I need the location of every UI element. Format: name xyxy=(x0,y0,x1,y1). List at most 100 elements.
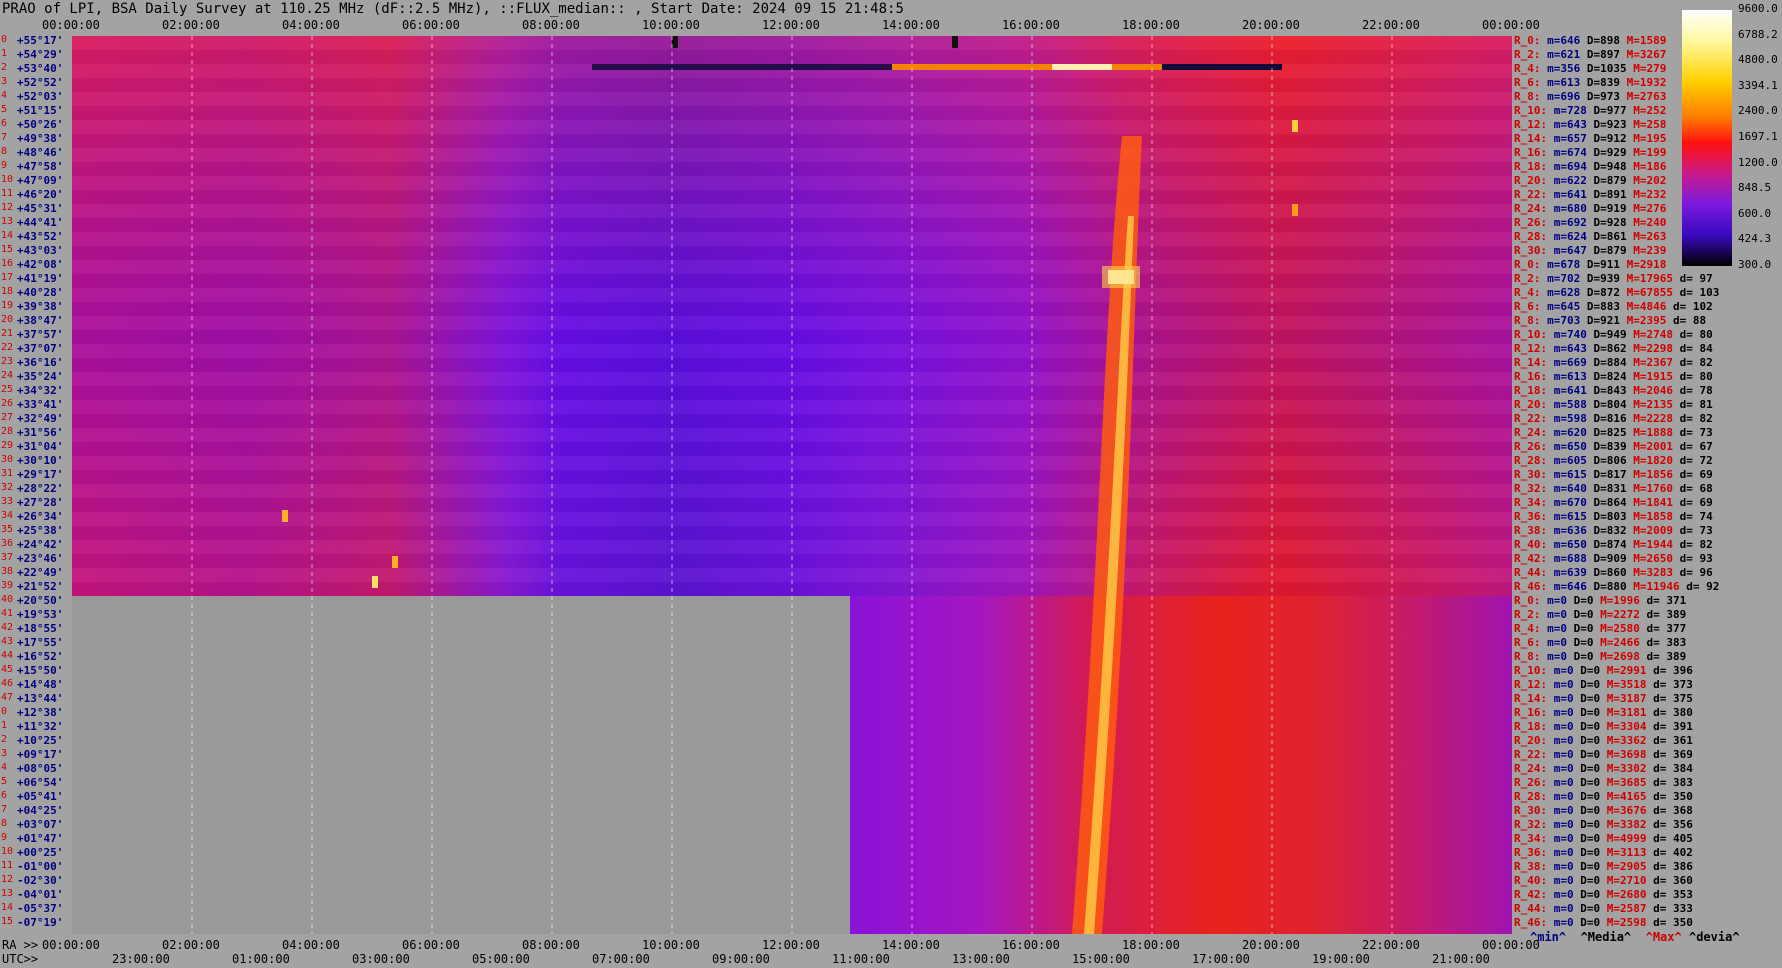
stat-row: R_2: m=0 D=0 M=2272 d= 389 xyxy=(1514,608,1687,621)
dec-row-number: 12 xyxy=(1,202,14,213)
stat-row: R_4: m=0 D=0 M=2580 d= 377 xyxy=(1514,622,1687,635)
stat-row: R_8: m=0 D=0 M=2698 d= 389 xyxy=(1514,650,1687,663)
ra-axis-prefix: RA >> xyxy=(2,938,39,952)
interference-streak xyxy=(1162,64,1282,70)
dec-row-number: 30 xyxy=(1,454,14,465)
dec-row-number: 17 xyxy=(1,272,14,283)
chart-title: PRAO of LPI, BSA Daily Survey at 110.25 … xyxy=(2,1,904,17)
dec-row-number: 23 xyxy=(1,356,14,367)
ra-tick-top: 16:00:00 xyxy=(1002,18,1060,32)
dec-label: +06°54' xyxy=(17,776,64,789)
dec-row-number: 15 xyxy=(1,244,14,255)
stat-row: R_2: m=702 D=939 M=17965 d= 97 xyxy=(1514,272,1713,285)
colorbar-tick: 424.3 xyxy=(1738,232,1772,246)
dec-label: -01°00' xyxy=(17,860,64,873)
dec-label: +13°44' xyxy=(17,692,64,705)
dec-label: +33°41' xyxy=(17,398,64,411)
stat-row: R_26: m=650 D=839 M=2001 d= 67 xyxy=(1514,440,1713,453)
colorbar-tick: 848.5 xyxy=(1738,181,1772,195)
dec-row-number: 25 xyxy=(1,384,14,395)
dec-label: +41°19' xyxy=(17,272,64,285)
colorbar-tick: 4800.0 xyxy=(1738,53,1778,67)
ra-tick-bottom: 20:00:00 xyxy=(1242,938,1300,952)
dec-label: +14°48' xyxy=(17,678,64,691)
dec-row-number: 4 xyxy=(1,762,8,773)
utc-tick: 09:00:00 xyxy=(712,952,770,966)
dec-label: -07°19' xyxy=(17,916,64,929)
dec-label: +31°04' xyxy=(17,440,64,453)
stat-row: R_44: m=0 D=0 M=2587 d= 333 xyxy=(1514,902,1693,915)
point-source xyxy=(672,36,678,48)
dec-row-number: 20 xyxy=(1,314,14,325)
legend-median: ^Media^ xyxy=(1580,930,1632,944)
ra-tick-top: 10:00:00 xyxy=(642,18,700,32)
dec-row-number: 2 xyxy=(1,734,8,745)
ra-tick-top: 00:00:00 xyxy=(1482,18,1540,32)
ra-tick-top: 04:00:00 xyxy=(282,18,340,32)
dec-label: +54°29' xyxy=(17,48,64,61)
ra-tick-top: 00:00:00 xyxy=(42,18,100,32)
utc-tick: 19:00:00 xyxy=(1312,952,1370,966)
utc-tick: 15:00:00 xyxy=(1072,952,1130,966)
dec-row-number: 9 xyxy=(1,160,8,171)
stat-row: R_14: m=0 D=0 M=3187 d= 375 xyxy=(1514,692,1693,705)
stat-row: R_32: m=0 D=0 M=3382 d= 356 xyxy=(1514,818,1693,831)
dec-label: +08°05' xyxy=(17,762,64,775)
dec-row-number: 34 xyxy=(1,510,14,521)
dec-label: +32°49' xyxy=(17,412,64,425)
stat-row: R_12: m=0 D=0 M=3518 d= 373 xyxy=(1514,678,1693,691)
ra-tick-top: 12:00:00 xyxy=(762,18,820,32)
ra-tick-top: 18:00:00 xyxy=(1122,18,1180,32)
dec-row-number: 35 xyxy=(1,524,14,535)
dec-row-number: 32 xyxy=(1,482,14,493)
dec-label: +29°17' xyxy=(17,468,64,481)
dec-label: +30°10' xyxy=(17,454,64,467)
stat-row: R_30: m=647 D=879 M=239 xyxy=(1514,244,1667,257)
ra-tick-bottom: 22:00:00 xyxy=(1362,938,1420,952)
dec-label: +43°52' xyxy=(17,230,64,243)
point-source xyxy=(282,510,288,522)
dec-label: +38°47' xyxy=(17,314,64,327)
dec-label: +01°47' xyxy=(17,832,64,845)
dec-label: +35°24' xyxy=(17,370,64,383)
dec-row-number: 14 xyxy=(1,230,14,241)
utc-tick: 13:00:00 xyxy=(952,952,1010,966)
dec-label: +39°38' xyxy=(17,300,64,313)
dec-row-number: 28 xyxy=(1,426,14,437)
stat-row: R_44: m=639 D=860 M=3283 d= 96 xyxy=(1514,566,1713,579)
stat-row: R_36: m=0 D=0 M=3113 d= 402 xyxy=(1514,846,1693,859)
interference-streak xyxy=(1052,64,1112,70)
dec-row-number: 7 xyxy=(1,132,8,143)
dec-label: +04°25' xyxy=(17,804,64,817)
dec-row-number: 13 xyxy=(1,888,14,899)
stat-row: R_20: m=0 D=0 M=3362 d= 361 xyxy=(1514,734,1693,747)
dec-label: +05°41' xyxy=(17,790,64,803)
legend-max: ^Max^ xyxy=(1645,930,1682,944)
point-source xyxy=(372,576,378,588)
stat-row: R_6: m=645 D=883 M=4846 d= 102 xyxy=(1514,300,1713,313)
ra-tick-bottom: 02:00:00 xyxy=(162,938,220,952)
dec-row-number: 14 xyxy=(1,902,14,913)
dec-row-number: 22 xyxy=(1,342,14,353)
dec-label: +45°31' xyxy=(17,202,64,215)
dec-row-number: 6 xyxy=(1,790,8,801)
ra-tick-bottom: 16:00:00 xyxy=(1002,938,1060,952)
ra-tick-bottom: 10:00:00 xyxy=(642,938,700,952)
stat-row: R_16: m=0 D=0 M=3181 d= 380 xyxy=(1514,706,1693,719)
point-source xyxy=(392,556,398,568)
ra-tick-bottom: 14:00:00 xyxy=(882,938,940,952)
stat-row: R_4: m=628 D=872 M=67855 d= 103 xyxy=(1514,286,1720,299)
dec-row-number: 10 xyxy=(1,846,14,857)
dec-row-number: 18 xyxy=(1,286,14,297)
dec-label: +49°38' xyxy=(17,132,64,145)
dec-label: +47°58' xyxy=(17,160,64,173)
dec-label: +44°41' xyxy=(17,216,64,229)
ra-tick-bottom: 00:00:00 xyxy=(42,938,100,952)
dec-label: +51°15' xyxy=(17,104,64,117)
stat-row: R_34: m=670 D=864 M=1841 d= 69 xyxy=(1514,496,1713,509)
colorbar xyxy=(1682,10,1732,266)
stat-row: R_28: m=624 D=861 M=263 xyxy=(1514,230,1667,243)
stat-row: R_38: m=636 D=832 M=2009 d= 73 xyxy=(1514,524,1713,537)
dec-label: +47°09' xyxy=(17,174,64,187)
ra-tick-top: 08:00:00 xyxy=(522,18,580,32)
